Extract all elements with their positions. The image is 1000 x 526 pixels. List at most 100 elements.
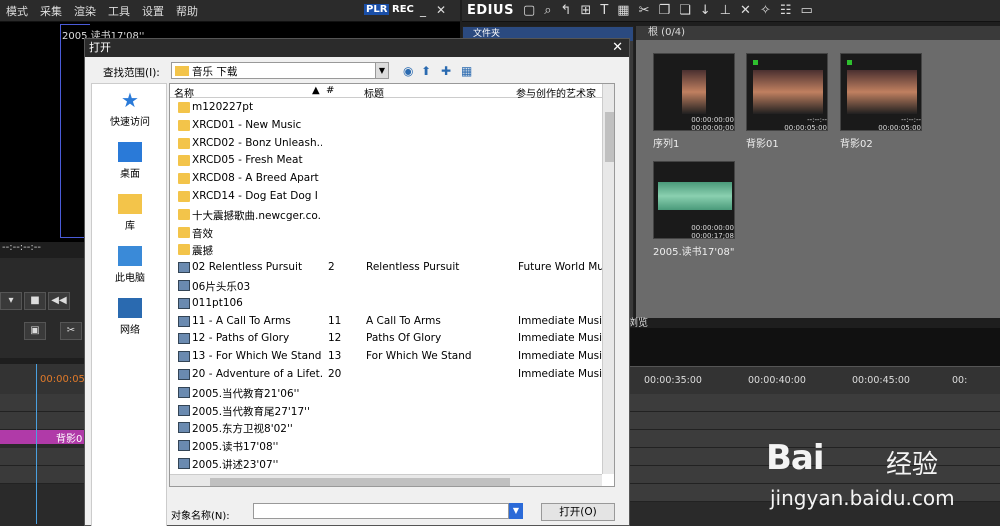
dialog-close-icon[interactable]: ✕ [612, 39, 623, 57]
place-this-pc[interactable]: 此电脑 [92, 246, 168, 284]
menu-render[interactable]: 渲染 [68, 3, 102, 19]
ruler-tick-label: 00:00:40:00 [748, 375, 806, 386]
app: 模式 采集 渲染 工具 设置 帮助 PLR REC _ ✕ 2005.读书17'… [0, 0, 1000, 526]
look-in-select[interactable]: 音乐 下载 [171, 62, 377, 79]
track-area-left[interactable]: 背影0 [0, 394, 90, 526]
audio-file-icon [178, 440, 190, 452]
insert-icon[interactable]: ⊥ [720, 3, 731, 18]
clip-audio-reading[interactable]: 00:00:00:00 00:00:17;08 [653, 161, 735, 240]
place-desktop[interactable]: 桌面 [92, 142, 168, 180]
track-row[interactable] [0, 448, 90, 466]
menu-settings[interactable]: 设置 [136, 3, 170, 19]
folder-row[interactable]: XRCD02 - Bonz Unleash... [170, 135, 602, 153]
track-row[interactable] [0, 412, 90, 430]
menu-mode[interactable]: 模式 [0, 3, 34, 19]
file-row[interactable]: 2005.读书17'08'' [170, 437, 602, 455]
folder-row[interactable]: XRCD05 - Fresh Meat [170, 152, 602, 170]
save-icon[interactable]: ▣ [24, 322, 46, 340]
menu-capture[interactable]: 采集 [34, 3, 68, 19]
new-folder-icon[interactable]: ✚ [441, 64, 451, 78]
timeline-ruler-left[interactable]: 00:00:05 [0, 364, 90, 394]
library-icon [118, 194, 142, 214]
text-icon[interactable]: T [600, 3, 608, 18]
track-row[interactable] [0, 466, 90, 484]
col-title[interactable]: 标题 [364, 85, 384, 100]
folder-icon[interactable]: ▢ [523, 3, 535, 18]
clip-name: 背影02 [840, 139, 873, 150]
file-row[interactable]: 11 - A Call To Arms 11 A Call To Arms Immed… [170, 313, 602, 331]
menu-tools[interactable]: 工具 [102, 3, 136, 19]
audio-file-icon [178, 351, 190, 363]
cell-name: m120227pt [192, 101, 254, 113]
track-row[interactable] [0, 394, 90, 412]
add-bin-icon[interactable]: ⊞ [580, 3, 591, 18]
paste-icon[interactable]: ❏ [679, 3, 691, 18]
filename-input[interactable] [253, 503, 509, 519]
clip-thumbnail [682, 70, 706, 114]
folder-row[interactable]: XRCD01 - New Music [170, 117, 602, 135]
cell-name: 11 - A Call To Arms [192, 314, 291, 327]
col-artist[interactable]: 参与创作的艺术家 [516, 85, 596, 100]
file-row[interactable]: 06片头乐03 [170, 277, 602, 295]
file-row[interactable]: 011pt106 [170, 295, 602, 313]
folder-row[interactable]: 震撼 [170, 241, 602, 259]
marker-icon[interactable]: ↓ [700, 3, 711, 18]
clip-backshadow02[interactable]: --:--:-- 00:00:05:00 [840, 53, 922, 132]
folder-row[interactable]: XRCD14 - Dog Eat Dog I [170, 188, 602, 206]
dropdown-icon[interactable]: ▾ [0, 292, 22, 310]
scissors-icon[interactable]: ✂ [60, 322, 82, 340]
view-menu-icon[interactable]: ▦ [461, 64, 472, 78]
tab-browse[interactable]: 浏览 [628, 314, 668, 329]
color-bar-icon[interactable]: ▦ [617, 3, 629, 18]
file-row[interactable]: 20 - Adventure of a Lifet... 20 Immediate … [170, 366, 602, 384]
back-icon[interactable]: ◉ [403, 64, 413, 78]
up-folder-icon[interactable]: ⬆ [421, 64, 431, 78]
playhead[interactable] [36, 364, 37, 524]
place-library[interactable]: 库 [92, 194, 168, 232]
delete-icon[interactable]: ✕ [740, 3, 751, 18]
filename-dropdown-icon[interactable]: ▼ [509, 503, 523, 519]
rec-badge[interactable]: REC [392, 4, 414, 15]
file-row[interactable]: 2005.讲述23'07'' [170, 455, 602, 473]
folder-row[interactable]: 音效 [170, 224, 602, 242]
col-num[interactable]: # [326, 85, 334, 96]
plr-badge[interactable]: PLR [364, 4, 390, 15]
vertical-scrollbar[interactable] [602, 84, 614, 474]
open-button[interactable]: 打开(O) [541, 503, 615, 521]
folder-row[interactable]: m120227pt [170, 99, 602, 117]
col-name[interactable]: 名称 [174, 85, 194, 100]
track-row[interactable] [630, 394, 1000, 412]
rewind-icon[interactable]: ◀◀ [48, 292, 70, 310]
briefcase-icon[interactable]: ▭ [801, 3, 813, 18]
view-icon[interactable]: ☷ [780, 3, 792, 18]
clip-sequence[interactable]: 00:00:00:00 00:00:00;00 [653, 53, 735, 132]
file-row[interactable]: 2005.当代教育尾27'17'' [170, 402, 602, 420]
file-row[interactable]: 2005.当代教育21'06'' [170, 384, 602, 402]
folder-row[interactable]: 十大震撼歌曲.newcger.co... [170, 206, 602, 224]
minimize-icon[interactable]: _ [420, 3, 426, 17]
horizontal-scrollbar[interactable] [170, 474, 602, 486]
folder-row[interactable]: XRCD08 - A Breed Apart [170, 170, 602, 188]
look-in-dropdown-icon[interactable]: ▼ [375, 62, 389, 79]
close-icon[interactable]: ✕ [436, 3, 446, 17]
file-row[interactable]: 02 Relentless Pursuit 2 Relentless Pursuit… [170, 259, 602, 277]
place-network[interactable]: 网络 [92, 298, 168, 336]
clip-backshadow01[interactable]: --:--:-- 00:00:05:00 [746, 53, 828, 132]
scroll-thumb[interactable] [605, 112, 614, 162]
place-quick-access[interactable]: ★ 快速访问 [92, 90, 168, 128]
status-dot [753, 60, 758, 65]
stop-icon[interactable]: ■ [24, 292, 46, 310]
cell-name: 2005.讲述23'07'' [192, 459, 279, 471]
properties-icon[interactable]: ✧ [760, 3, 771, 18]
timeline-ruler-right[interactable]: 00:00:35:00 00:00:40:00 00:00:45:00 00: [630, 366, 1000, 394]
file-row[interactable]: 12 - Paths of Glory 12 Paths Of Glory Immed… [170, 330, 602, 348]
file-row[interactable]: 13 - For Which We Stand 13 For Which We St… [170, 348, 602, 366]
search-icon[interactable]: ⌕ [544, 3, 551, 18]
up-icon[interactable]: ↰ [561, 3, 572, 18]
file-row[interactable]: 2005.东方卫视8'02'' [170, 419, 602, 437]
copy-icon[interactable]: ❐ [658, 3, 670, 18]
menu-help[interactable]: 帮助 [170, 3, 204, 19]
cell-name: XRCD05 - Fresh Meat [192, 154, 303, 167]
cut-icon[interactable]: ✂ [639, 3, 650, 18]
scroll-thumb[interactable] [210, 478, 510, 486]
